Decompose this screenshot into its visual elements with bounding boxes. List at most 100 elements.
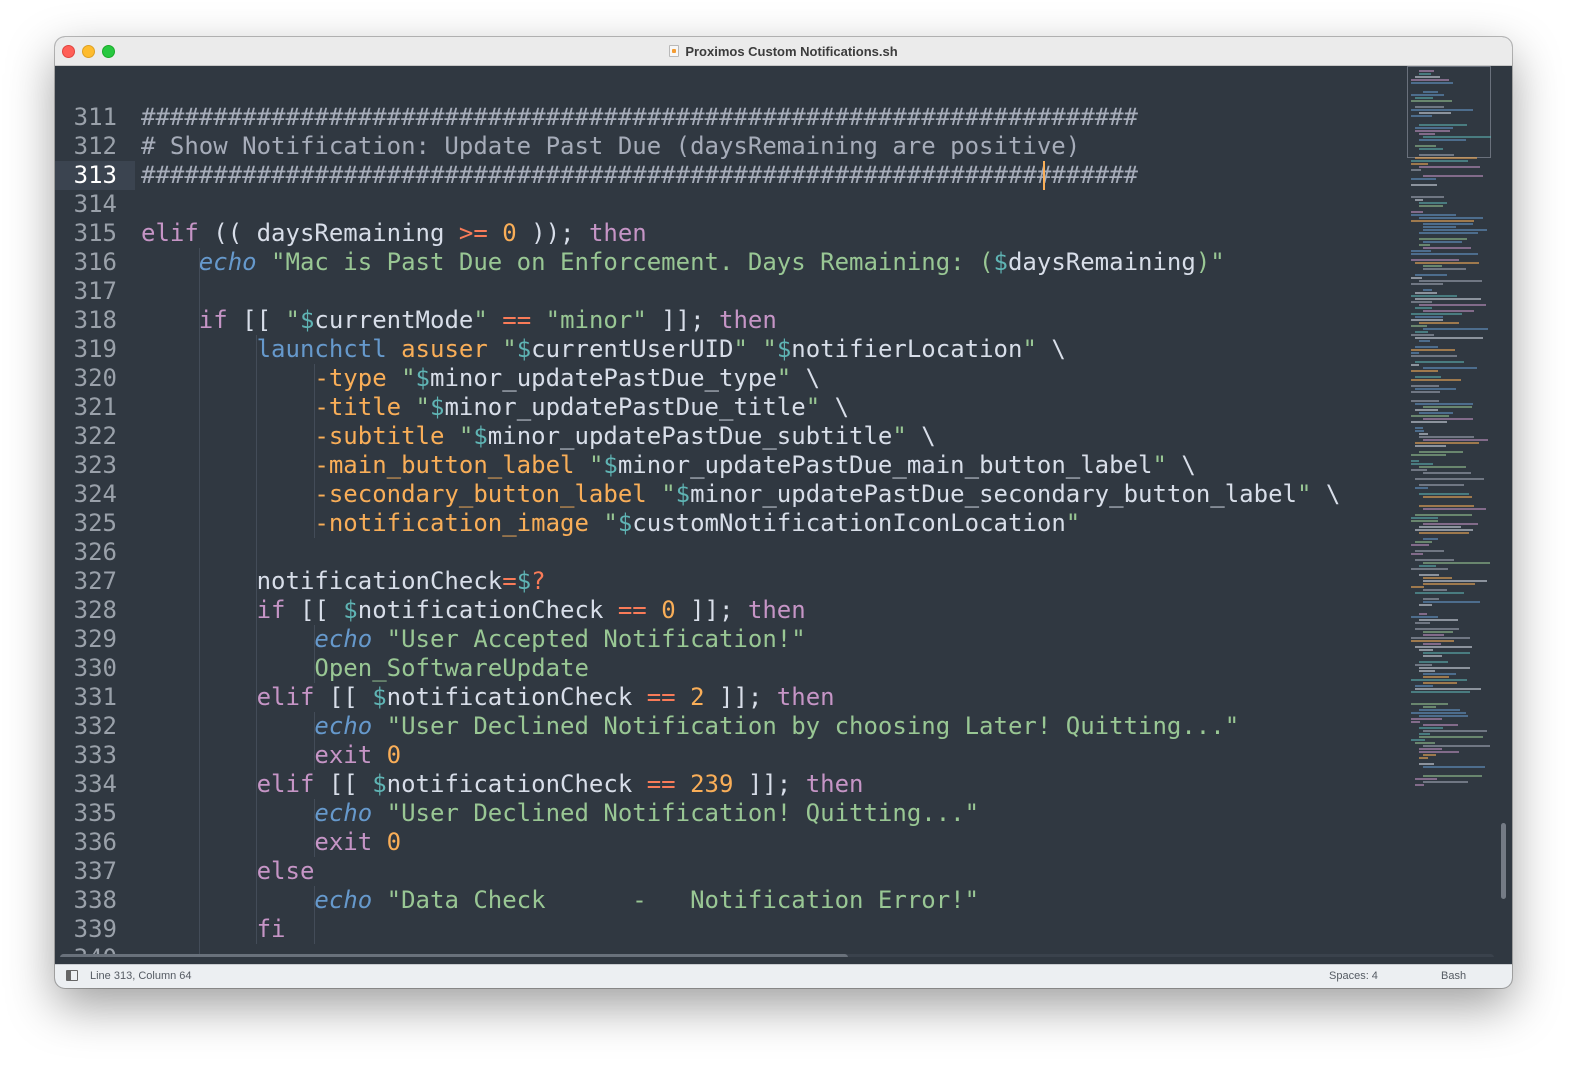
code-line[interactable]: -secondary_button_label "$minor_updatePa… — [141, 480, 1340, 509]
code-line[interactable]: ########################################… — [141, 161, 1138, 190]
line-number[interactable]: 312 — [55, 132, 117, 161]
line-number[interactable]: 333 — [55, 741, 117, 770]
minimap-line — [1423, 655, 1442, 657]
line-number[interactable]: 324 — [55, 480, 117, 509]
line-number[interactable]: 321 — [55, 393, 117, 422]
indentation-setting[interactable]: Spaces: 4 — [1329, 965, 1378, 988]
syntax-selector[interactable]: Bash — [1441, 965, 1466, 988]
sidebar-toggle-icon[interactable] — [66, 970, 78, 981]
git-branch-status[interactable]: ⎇main7 — [1230, 965, 1300, 988]
code-line[interactable]: if [[ "$currentMode" == "minor" ]]; then — [141, 306, 777, 335]
minimap-line — [1411, 703, 1448, 705]
code-line[interactable]: ########################################… — [141, 103, 1138, 132]
minimap-line — [1411, 160, 1468, 162]
code-line[interactable]: elif [[ $notificationCheck == 2 ]]; then — [141, 683, 835, 712]
minimap[interactable] — [1407, 66, 1497, 946]
code-token: minor_updatePastDue_type — [430, 364, 777, 392]
minimap-line — [1423, 706, 1436, 708]
horizontal-scrollbar-thumb[interactable] — [60, 954, 848, 957]
code-line[interactable]: -subtitle "$minor_updatePastDue_subtitle… — [141, 422, 935, 451]
horizontal-scrollbar[interactable] — [60, 954, 1494, 957]
code-line[interactable]: echo "User Declined Notification! Quitti… — [141, 799, 979, 828]
code-line[interactable]: exit 0 — [141, 741, 401, 770]
code-line[interactable]: echo "Mac is Past Due on Enforcement. Da… — [141, 248, 1225, 277]
line-number[interactable]: 329 — [55, 625, 117, 654]
minimap-line — [1415, 430, 1424, 432]
code-line[interactable]: elif (( daysRemaining >= 0 )); then — [141, 219, 647, 248]
code-token: $ — [343, 596, 358, 624]
line-number[interactable]: 313 — [55, 161, 117, 190]
line-number[interactable]: 337 — [55, 857, 117, 886]
minimap-line — [1415, 157, 1477, 159]
line-number[interactable]: 318 — [55, 306, 117, 335]
minimap-line — [1415, 622, 1430, 624]
line-number[interactable]: 314 — [55, 190, 117, 219]
cursor-position[interactable]: Line 313, Column 64 — [90, 965, 192, 988]
minimap-line — [1411, 553, 1423, 555]
code-line[interactable]: echo "User Accepted Notification!" — [141, 625, 805, 654]
code-line[interactable]: echo "Data Check - Notification Error!" — [141, 886, 979, 915]
code-line[interactable]: -title "$minor_updatePastDue_title" \ — [141, 393, 849, 422]
minimap-line — [1411, 400, 1439, 402]
line-number[interactable]: 338 — [55, 886, 117, 915]
code-line[interactable]: fi — [141, 915, 286, 944]
code-line[interactable]: if [[ $notificationCheck == 0 ]]; then — [141, 596, 806, 625]
status-bar: Line 313, Column 64 ⎇main7 Spaces: 4 Bas… — [55, 964, 1512, 988]
code-line[interactable]: -type "$minor_updatePastDue_type" \ — [141, 364, 820, 393]
vertical-scrollbar-thumb[interactable] — [1501, 823, 1506, 899]
line-number[interactable]: 311 — [55, 103, 117, 132]
minimap-line — [1411, 421, 1447, 423]
code-line[interactable]: elif [[ $notificationCheck == 239 ]]; th… — [141, 770, 864, 799]
line-number[interactable]: 326 — [55, 538, 117, 567]
code-line[interactable]: # Show Notification: Update Past Due (da… — [141, 132, 1080, 161]
line-number[interactable]: 335 — [55, 799, 117, 828]
code-line[interactable]: notificationCheck=$? — [141, 567, 546, 596]
line-number-gutter[interactable]: 311 312 313 314 315 316 317 318 319 320 321 322 323 3… — [55, 66, 135, 957]
code-area[interactable]: ########################################… — [141, 66, 1403, 957]
code-line[interactable]: exit 0 — [141, 828, 401, 857]
minimap-line — [1419, 133, 1435, 135]
minimap-line — [1415, 664, 1432, 666]
line-number[interactable]: 334 — [55, 770, 117, 799]
code-line[interactable]: echo "User Declined Notification by choo… — [141, 712, 1239, 741]
code-line[interactable]: else — [141, 857, 315, 886]
code-line[interactable]: -main_button_label "$minor_updatePastDue… — [141, 451, 1195, 480]
code-token: 0 — [386, 741, 402, 769]
minimap-line — [1411, 196, 1444, 198]
line-number[interactable]: 331 — [55, 683, 117, 712]
minimap-line — [1415, 403, 1473, 405]
minimap-line — [1415, 742, 1435, 744]
code-token: notifierLocation — [791, 335, 1023, 363]
line-number[interactable]: 332 — [55, 712, 117, 741]
code-token: " — [733, 335, 748, 363]
code-token: elif — [256, 683, 315, 711]
code-token: minor_updatePastDue_main_button_label — [617, 451, 1153, 479]
line-number[interactable]: 315 — [55, 219, 117, 248]
code-line[interactable]: launchctl asuser "$currentUserUID" "$not… — [141, 335, 1066, 364]
line-number[interactable]: 327 — [55, 567, 117, 596]
line-number[interactable]: 339 — [55, 915, 117, 944]
code-token: $ — [516, 567, 532, 595]
minimap-line — [1411, 739, 1425, 741]
line-number[interactable]: 316 — [55, 248, 117, 277]
code-line[interactable]: Open_SoftwareUpdate — [141, 654, 589, 683]
line-number[interactable]: 330 — [55, 654, 117, 683]
minimap-line — [1411, 355, 1457, 357]
code-line[interactable]: -notification_image "$customNotification… — [141, 509, 1080, 538]
minimap-line — [1419, 604, 1432, 606]
line-number[interactable]: 336 — [55, 828, 117, 857]
line-number[interactable]: 322 — [55, 422, 117, 451]
line-number[interactable]: 317 — [55, 277, 117, 306]
code-token: [[ — [314, 770, 373, 798]
line-number[interactable]: 319 — [55, 335, 117, 364]
line-number[interactable]: 328 — [55, 596, 117, 625]
line-number[interactable]: 325 — [55, 509, 117, 538]
minimap-line — [1415, 388, 1456, 390]
line-number[interactable]: 323 — [55, 451, 117, 480]
code-editor[interactable]: 311 312 313 314 315 316 317 318 319 320 321 322 323 3… — [55, 66, 1512, 957]
line-number[interactable]: 320 — [55, 364, 117, 393]
